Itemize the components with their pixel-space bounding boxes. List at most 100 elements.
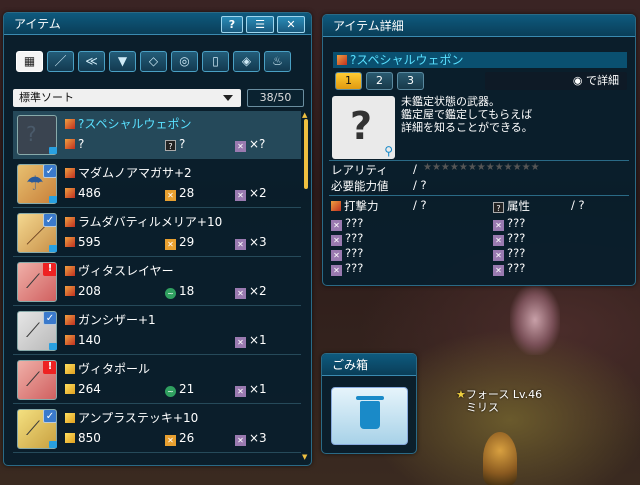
- key-icon: ◉: [572, 74, 586, 87]
- sort-dropdown[interactable]: 標準ソート: [13, 89, 241, 107]
- item-attack: 850: [78, 431, 101, 445]
- category-partisan-icon[interactable]: ◇: [140, 51, 167, 72]
- close-button[interactable]: ✕: [277, 16, 305, 33]
- player-class-level: フォース Lv.46: [465, 388, 543, 401]
- category-rod-icon[interactable]: ▯: [202, 51, 229, 72]
- category-armor-icon[interactable]: ▼: [109, 51, 136, 72]
- tab-1[interactable]: 1: [335, 72, 362, 90]
- divider: [329, 160, 629, 161]
- scrollbar[interactable]: ▲ ▼: [302, 111, 308, 461]
- scroll-down-icon[interactable]: ▼: [302, 453, 307, 461]
- attribute-unknown-icon: ?: [493, 202, 504, 213]
- unknown-stat-icon: ✕: [493, 265, 504, 276]
- element-wind-icon: ~: [165, 288, 176, 299]
- item-quantity: ×3: [249, 235, 267, 249]
- item-count: 38/50: [247, 89, 304, 107]
- star-icon: ★: [456, 388, 466, 401]
- check-icon: ✓: [43, 312, 56, 325]
- trash-button[interactable]: [331, 387, 408, 445]
- unknown-stat: ???: [345, 261, 364, 275]
- attribute-value: / ?: [571, 198, 585, 212]
- list-item[interactable]: ⟋ ✓ アンプラステッキ+10 850 ✕ 26 ✕ ×3: [13, 405, 301, 453]
- lock-icon: [49, 441, 57, 448]
- category-bag-icon[interactable]: ♨: [264, 51, 291, 72]
- list-item[interactable]: ⟋ ✓ ガンシザー+1 140 ✕ ×1: [13, 307, 301, 355]
- trash-panel-title: ごみ箱: [322, 354, 416, 376]
- unknown-stat-icon: ✕: [331, 235, 342, 246]
- scrollbar-thumb[interactable]: [304, 119, 308, 189]
- item-panel: アイテム ? ☰ ✕ ▦ ／ ≪ ▼ ◇ ◎ ▯ ◈ ♨ 標準ソート 38/50…: [3, 12, 312, 466]
- detail-button[interactable]: ◉ で詳細: [485, 72, 627, 90]
- quantity-icon: ✕: [235, 435, 246, 446]
- unknown-stat-icon: ✕: [331, 265, 342, 276]
- detail-item-name: ?スペシャルウェポン: [350, 53, 464, 67]
- item-quantity: ×3: [249, 431, 267, 445]
- attack-icon: [65, 384, 75, 394]
- item-quantity: ×?: [249, 137, 266, 151]
- detail-panel-title: アイテム詳細: [323, 15, 635, 37]
- player-name: ミリス: [466, 401, 499, 414]
- player-nameplate: ★フォース Lv.46 ミリス: [456, 388, 542, 414]
- item-name: ヴィタポール: [78, 362, 151, 376]
- element-ice-icon: ✕: [165, 190, 176, 201]
- check-icon: ✓: [43, 165, 56, 178]
- help-button[interactable]: ?: [221, 16, 243, 33]
- rarity-separator: /: [413, 162, 417, 176]
- weapon-type-icon: [65, 364, 75, 374]
- unknown-stat-icon: ✕: [331, 220, 342, 231]
- list-item[interactable]: ⟋! ヴィタスレイヤー 208 ~18 ✕ ×2: [13, 258, 301, 306]
- attack-icon: [65, 335, 75, 345]
- chevron-down-icon: [223, 95, 233, 101]
- category-all-icon[interactable]: ▦: [16, 51, 43, 72]
- element-unknown-icon: ?: [165, 140, 176, 151]
- item-attack: 595: [78, 235, 101, 249]
- category-twin-dagger-icon[interactable]: ◎: [171, 51, 198, 72]
- item-name: ラムダバティルメリア+10: [78, 215, 223, 229]
- item-element: ?: [179, 137, 186, 151]
- tab-3[interactable]: 3: [397, 72, 424, 90]
- item-attack: 486: [78, 186, 101, 200]
- description-line: 未鑑定状態の武器。: [401, 95, 500, 108]
- category-rifle-icon[interactable]: ◈: [233, 51, 260, 72]
- list-item[interactable]: ? ?スペシャルウェポン ? ?? ✕ ×?: [13, 111, 301, 159]
- attack-icon: [331, 201, 341, 211]
- item-detail-panel: アイテム詳細 ?スペシャルウェポン 1 2 3 ◉ で詳細 ? ⚲ 未鑑定状態の武…: [322, 14, 636, 286]
- item-element: 29: [179, 235, 195, 249]
- unknown-weapon-icon: ? ⚲: [332, 96, 395, 159]
- unknown-stat-icon: ✕: [493, 250, 504, 261]
- attack-icon: [65, 237, 75, 247]
- description-line: 鑑定屋で鑑定してもらえば: [401, 108, 533, 121]
- description-line: 詳細を知ることができる。: [401, 121, 533, 134]
- list-item[interactable]: ／ ✓ ラムダバティルメリア+10 595 ✕ 29 ✕ ×3: [13, 209, 301, 257]
- item-quantity: ×1: [249, 382, 267, 396]
- item-list: ? ?スペシャルウェポン ? ?? ✕ ×? ☂ ✓ マダムノアマガサ+2 486 …: [13, 111, 301, 461]
- quantity-icon: ✕: [235, 337, 246, 348]
- quantity-icon: ✕: [235, 288, 246, 299]
- list-item[interactable]: ⟋! ヴィタポール 264 ~21 ✕ ×1: [13, 356, 301, 404]
- rarity-label: レアリティ: [331, 163, 388, 177]
- trash-can-icon: [356, 396, 384, 429]
- item-element: 28: [179, 186, 195, 200]
- unknown-stat: ???: [507, 216, 526, 230]
- list-item[interactable]: ☂ ✓ マダムノアマガサ+2 486 ✕ 28 ✕ ×2: [13, 160, 301, 208]
- check-icon: ✓: [43, 410, 56, 423]
- tab-2[interactable]: 2: [366, 72, 393, 90]
- element-ice-icon: ✕: [165, 239, 176, 250]
- category-sword-icon[interactable]: ／: [47, 51, 74, 72]
- sort-label: 標準ソート: [19, 91, 74, 104]
- weapon-type-icon: [65, 266, 75, 276]
- unknown-stat-icon: ✕: [493, 220, 504, 231]
- item-attack: ?: [78, 137, 85, 151]
- item-description: 未鑑定状態の武器。 鑑定屋で鑑定してもらえば 詳細を知ることができる。: [401, 95, 631, 134]
- weapon-type-icon: [65, 168, 75, 178]
- item-quantity: ×2: [249, 186, 267, 200]
- quantity-icon: ✕: [235, 190, 246, 201]
- attack-icon: [65, 188, 75, 198]
- display-mode-button[interactable]: ☰: [246, 16, 274, 33]
- warning-icon: !: [43, 263, 56, 276]
- category-wired-lance-icon[interactable]: ≪: [78, 51, 105, 72]
- item-name: アンプラステッキ+10: [78, 411, 199, 425]
- pole-icon: ⟋!: [17, 360, 57, 400]
- detail-item-name-bar: ?スペシャルウェポン: [333, 52, 627, 68]
- scroll-up-icon[interactable]: ▲: [302, 111, 307, 119]
